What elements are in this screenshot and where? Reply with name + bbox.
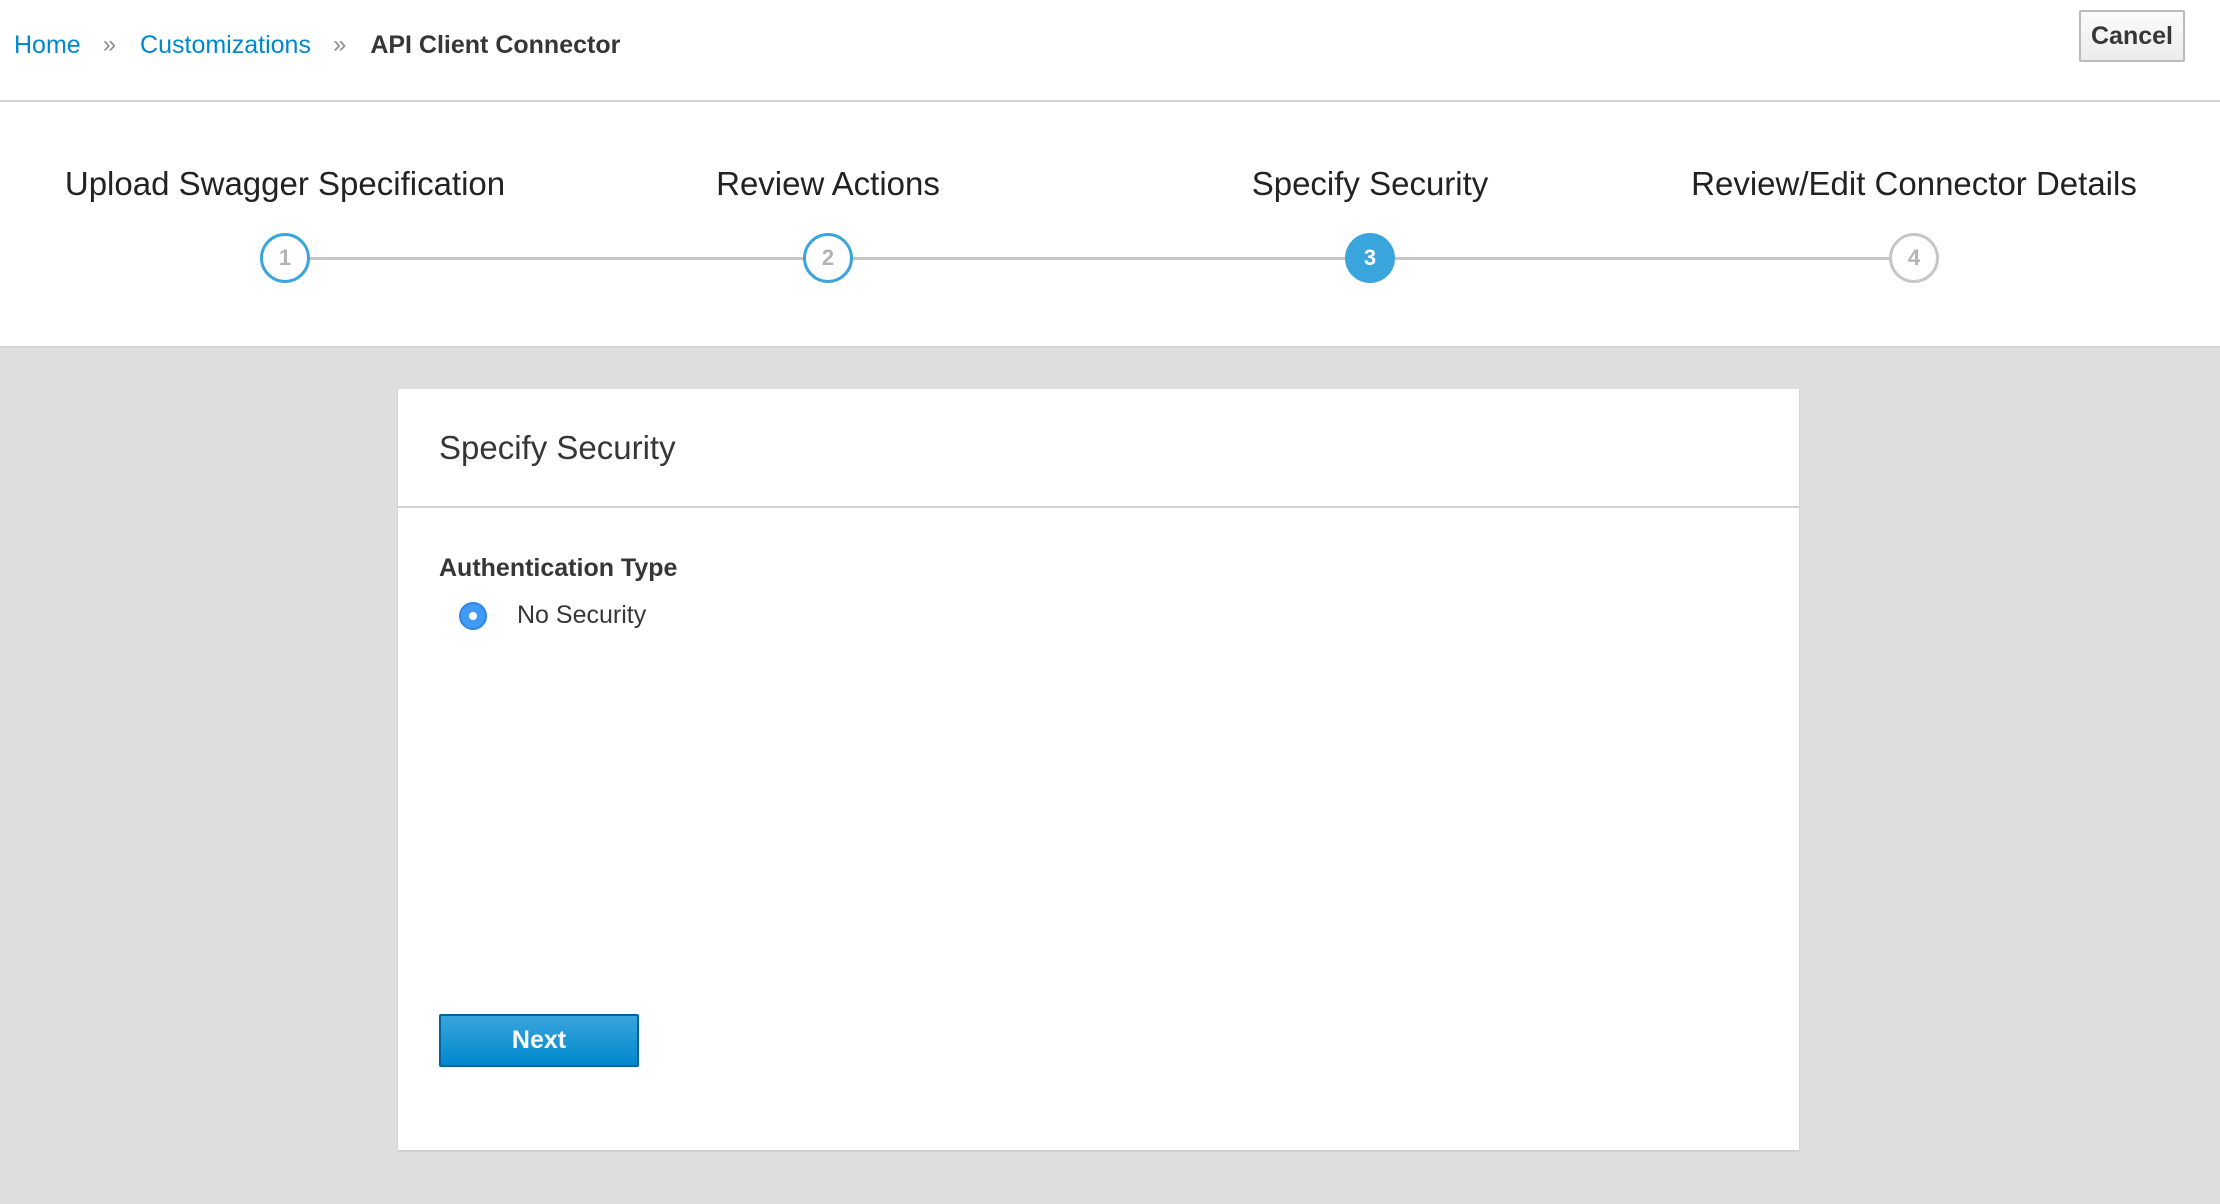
step-title: Upload Swagger Specification <box>64 165 506 202</box>
step-number-badge[interactable]: 1 <box>260 233 310 283</box>
chevron-right-icon: » <box>102 31 117 58</box>
chevron-right-icon: » <box>332 31 347 58</box>
page-header: Home » Customizations » API Client Conne… <box>0 0 2220 102</box>
wizard-step-upload-swagger[interactable]: Upload Swagger Specification 1 <box>0 102 585 302</box>
breadcrumb-current: API Client Connector <box>370 31 621 59</box>
breadcrumb-customizations-link[interactable]: Customizations <box>140 28 311 62</box>
radio-label[interactable]: No Security <box>517 601 646 630</box>
next-button[interactable]: Next <box>439 1014 639 1067</box>
step-title: Specify Security <box>1251 165 1489 202</box>
wizard-step-review-edit-connector: Review/Edit Connector Details 4 <box>1614 102 2214 302</box>
wizard-step-specify-security: Specify Security 3 <box>1070 102 1670 302</box>
wizard-steps: Upload Swagger Specification 1 Review Ac… <box>0 102 2220 348</box>
specify-security-card: Specify Security Authentication Type No … <box>398 389 1799 1150</box>
cancel-button[interactable]: Cancel <box>2079 10 2185 62</box>
step-number-badge: 3 <box>1345 233 1395 283</box>
card-title: Specify Security <box>439 429 676 466</box>
step-number-badge[interactable]: 2 <box>803 233 853 283</box>
radio-option-no-security[interactable]: No Security <box>459 601 646 630</box>
wizard-step-review-actions[interactable]: Review Actions 2 <box>528 102 1128 302</box>
step-title: Review/Edit Connector Details <box>1691 165 2137 202</box>
authentication-type-label: Authentication Type <box>439 554 678 582</box>
step-title: Review Actions <box>716 165 940 202</box>
step-number-badge: 4 <box>1889 233 1939 283</box>
card-header: Specify Security <box>398 389 1799 508</box>
breadcrumb: Home » Customizations » API Client Conne… <box>14 28 620 62</box>
breadcrumb-home-link[interactable]: Home <box>14 28 81 62</box>
radio-button[interactable] <box>459 601 487 630</box>
